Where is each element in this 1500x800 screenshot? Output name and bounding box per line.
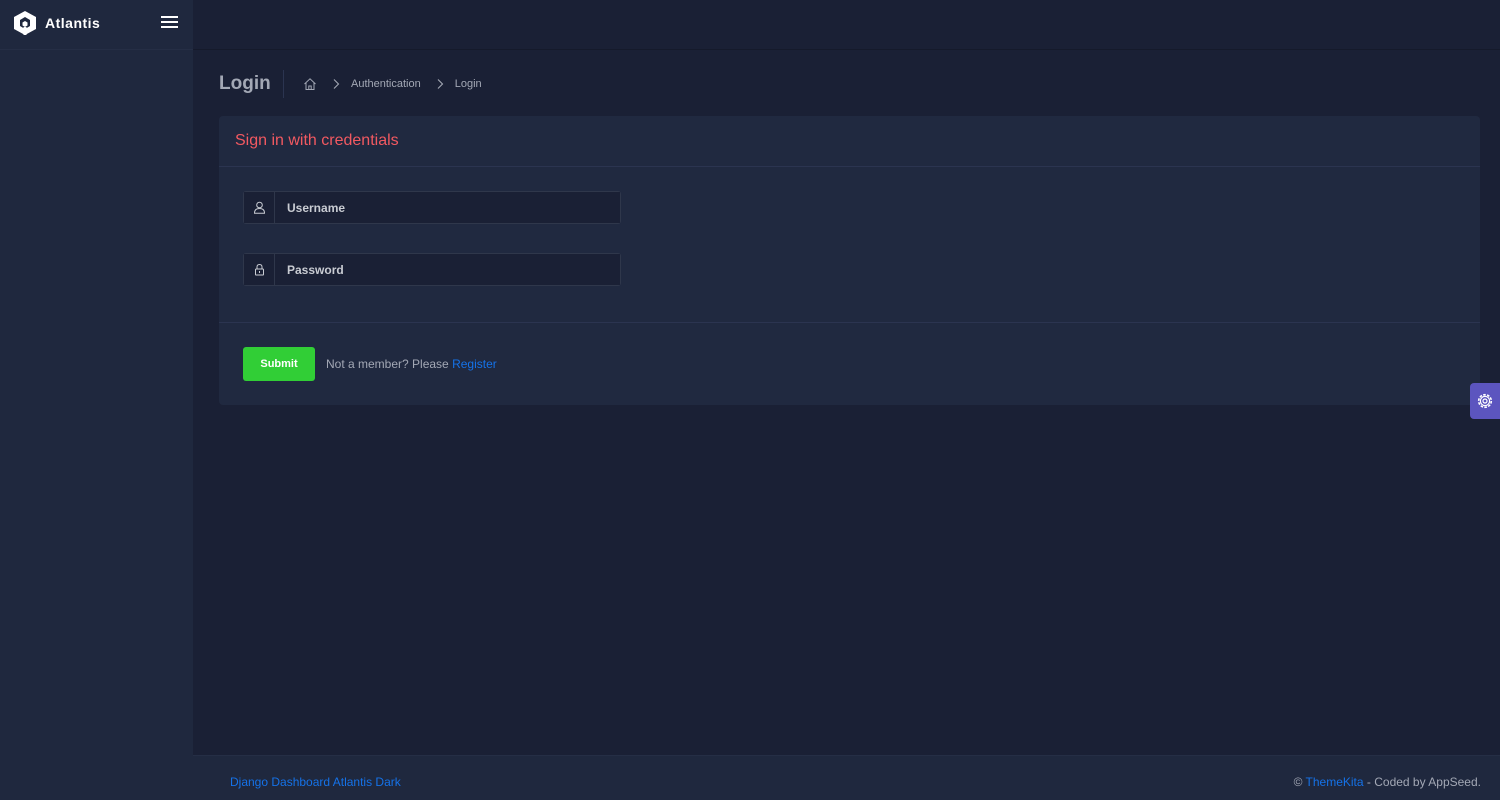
username-input-group (243, 191, 621, 224)
card-header: Sign in with credentials (219, 116, 1480, 167)
lock-icon (254, 263, 264, 276)
card-title: Sign in with credentials (235, 132, 399, 149)
brand-name[interactable]: Atlantis (45, 15, 100, 31)
user-icon (253, 201, 265, 214)
username-input[interactable] (275, 192, 620, 223)
footer-product-link[interactable]: Django Dashboard Atlantis Dark (230, 775, 401, 789)
gear-icon (1477, 393, 1493, 409)
breadcrumb-item-authentication[interactable]: Authentication (351, 78, 421, 90)
footer-credit-text: - Coded by AppSeed. (1366, 775, 1481, 789)
chevron-right-icon (333, 79, 340, 89)
register-prompt-text: Not a member? Please (326, 357, 449, 371)
home-icon[interactable] (303, 77, 317, 91)
themekita-link[interactable]: ThemeKita (1306, 775, 1364, 789)
title-separator (283, 70, 284, 98)
breadcrumb: Authentication Login (303, 76, 482, 92)
login-card: Sign in with credentials Submit (219, 116, 1480, 405)
settings-toggle-button[interactable] (1470, 383, 1500, 419)
card-body (219, 167, 1480, 323)
chevron-right-icon (437, 79, 443, 89)
hamburger-icon (160, 16, 180, 28)
register-link[interactable]: Register (452, 357, 497, 371)
breadcrumb-item-login[interactable]: Login (455, 78, 482, 90)
footer-copyright: © ThemeKita - Coded by AppSeed. (1294, 775, 1481, 789)
card-footer: Submit Not a member? Please Register (219, 323, 1480, 405)
footer: Django Dashboard Atlantis Dark © ThemeKi… (193, 755, 1500, 800)
password-addon (244, 254, 275, 285)
sidebar (0, 0, 193, 800)
username-addon (244, 192, 275, 223)
page-title: Login (219, 73, 271, 94)
password-input[interactable] (275, 254, 620, 285)
copyright-symbol: © (1293, 775, 1303, 789)
top-navbar (193, 0, 1500, 50)
submit-button[interactable]: Submit (243, 347, 315, 381)
sidebar-toggle-button[interactable] (160, 13, 180, 33)
logo-header: Atlantis (0, 0, 193, 50)
register-prompt: Not a member? Please Register (326, 357, 497, 371)
password-input-group (243, 253, 621, 286)
atlantis-logo-icon[interactable] (13, 10, 37, 36)
